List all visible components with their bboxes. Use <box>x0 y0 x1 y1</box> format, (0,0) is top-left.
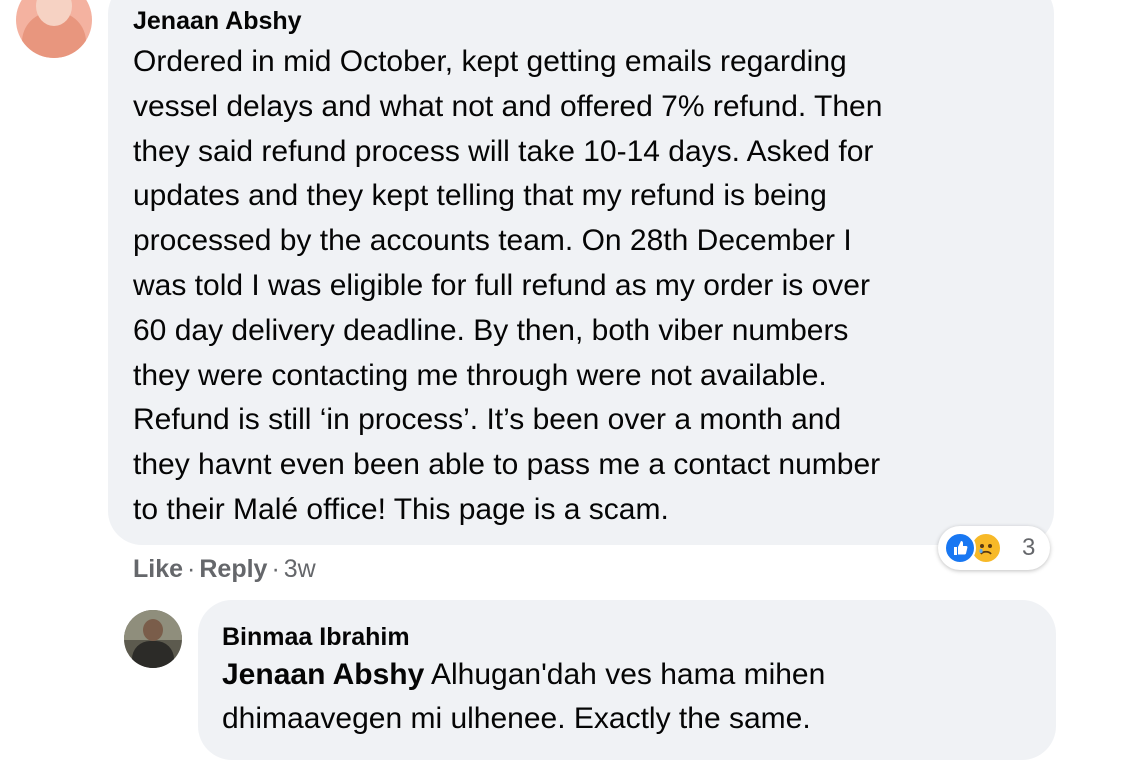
reaction-count: 3 <box>1022 534 1036 561</box>
reply-text: Jenaan Abshy Alhugan'dah ves hama mihen … <box>222 653 825 741</box>
comment-text-line: Ordered in mid October, kept getting ema… <box>133 45 847 78</box>
comment-text: Ordered in mid October, kept getting ema… <box>133 40 1033 533</box>
reaction-summary[interactable]: 3 <box>938 526 1050 570</box>
comment-text-line: they havnt even been able to pass me a c… <box>133 448 881 482</box>
reply-text-part: Alhugan'dah ves hama mihen <box>424 658 826 691</box>
comment-text-line: they said refund process will take 10-14… <box>133 134 874 168</box>
commenter-avatar[interactable] <box>16 0 92 58</box>
comment-timestamp[interactable]: 3w <box>284 555 316 583</box>
comment-text-line: 60 day delivery deadline. By then, both … <box>133 313 849 347</box>
separator: · <box>271 555 280 583</box>
like-button[interactable]: Like <box>133 555 183 583</box>
separator: · <box>187 555 196 583</box>
reply-button[interactable]: Reply <box>199 555 267 583</box>
comment-text-line: they were contacting me through were not… <box>133 358 827 392</box>
reply-avatar[interactable] <box>124 610 182 668</box>
comment-text-line: updates and they kept telling that my re… <box>133 179 827 213</box>
comment-actions: Like · Reply · 3w <box>133 552 316 586</box>
comment-text-line: to their Malé office! This page is a sca… <box>133 492 669 526</box>
reply-author-name[interactable]: Binmaa Ibrahim <box>222 620 410 654</box>
comment-text-line: processed by the accounts team. On 28th … <box>133 224 852 258</box>
comment-text-line: vessel delays and what not and offered 7… <box>133 89 883 123</box>
comment-author-name[interactable]: Jenaan Abshy <box>133 3 302 39</box>
reply-mention-link[interactable]: Jenaan Abshy <box>222 658 424 691</box>
comment-text-line: was told I was eligible for full refund … <box>133 268 870 302</box>
like-icon <box>944 532 976 564</box>
reply-text-line: dhimaavegen mi ulhenee. Exactly the same… <box>222 702 811 735</box>
reply-text-line: Jenaan Abshy Alhugan'dah ves hama mihen <box>222 653 825 697</box>
comment-text-line: Refund is still ‘in process’. It’s been … <box>133 403 842 437</box>
